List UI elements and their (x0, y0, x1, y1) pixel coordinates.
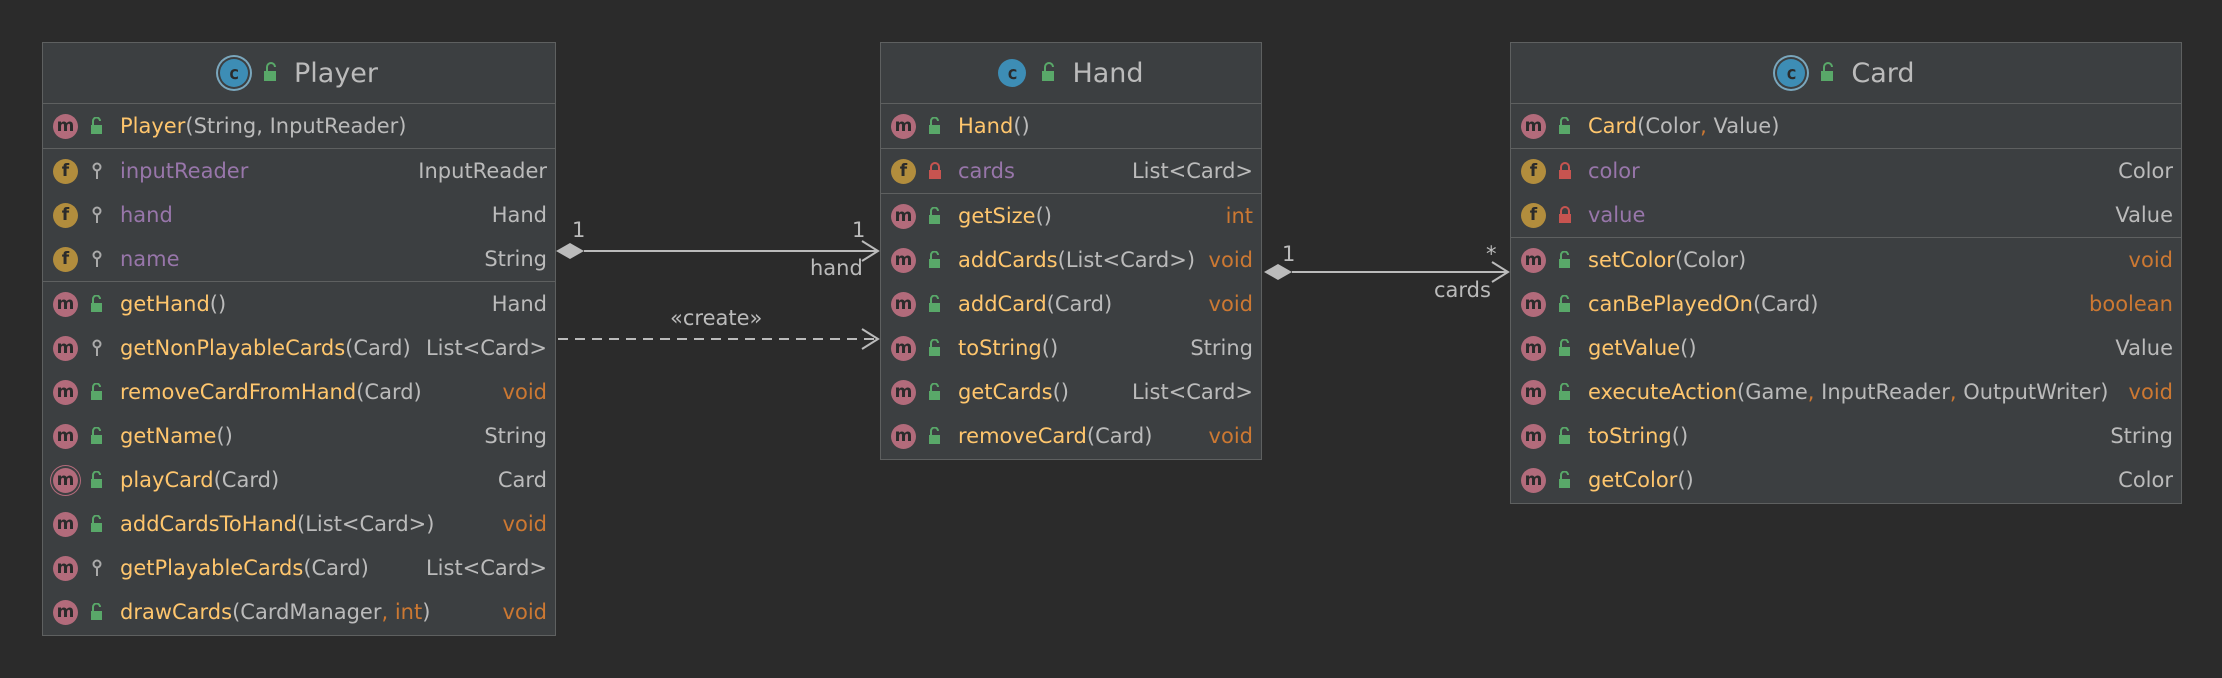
aggregation-diamond (1264, 264, 1292, 280)
aggregation-diamond (556, 243, 584, 259)
source-multiplicity: 1 (572, 218, 586, 242)
target-multiplicity: * (1486, 242, 1497, 266)
create-label: «create» (670, 306, 763, 330)
source-multiplicity: 1 (1282, 242, 1296, 266)
role-label: cards (1434, 278, 1491, 302)
relations-layer (556, 240, 1510, 350)
role-label: hand (810, 256, 863, 280)
player-hand-create-edge[interactable] (558, 328, 880, 350)
target-multiplicity: 1 (852, 218, 866, 242)
